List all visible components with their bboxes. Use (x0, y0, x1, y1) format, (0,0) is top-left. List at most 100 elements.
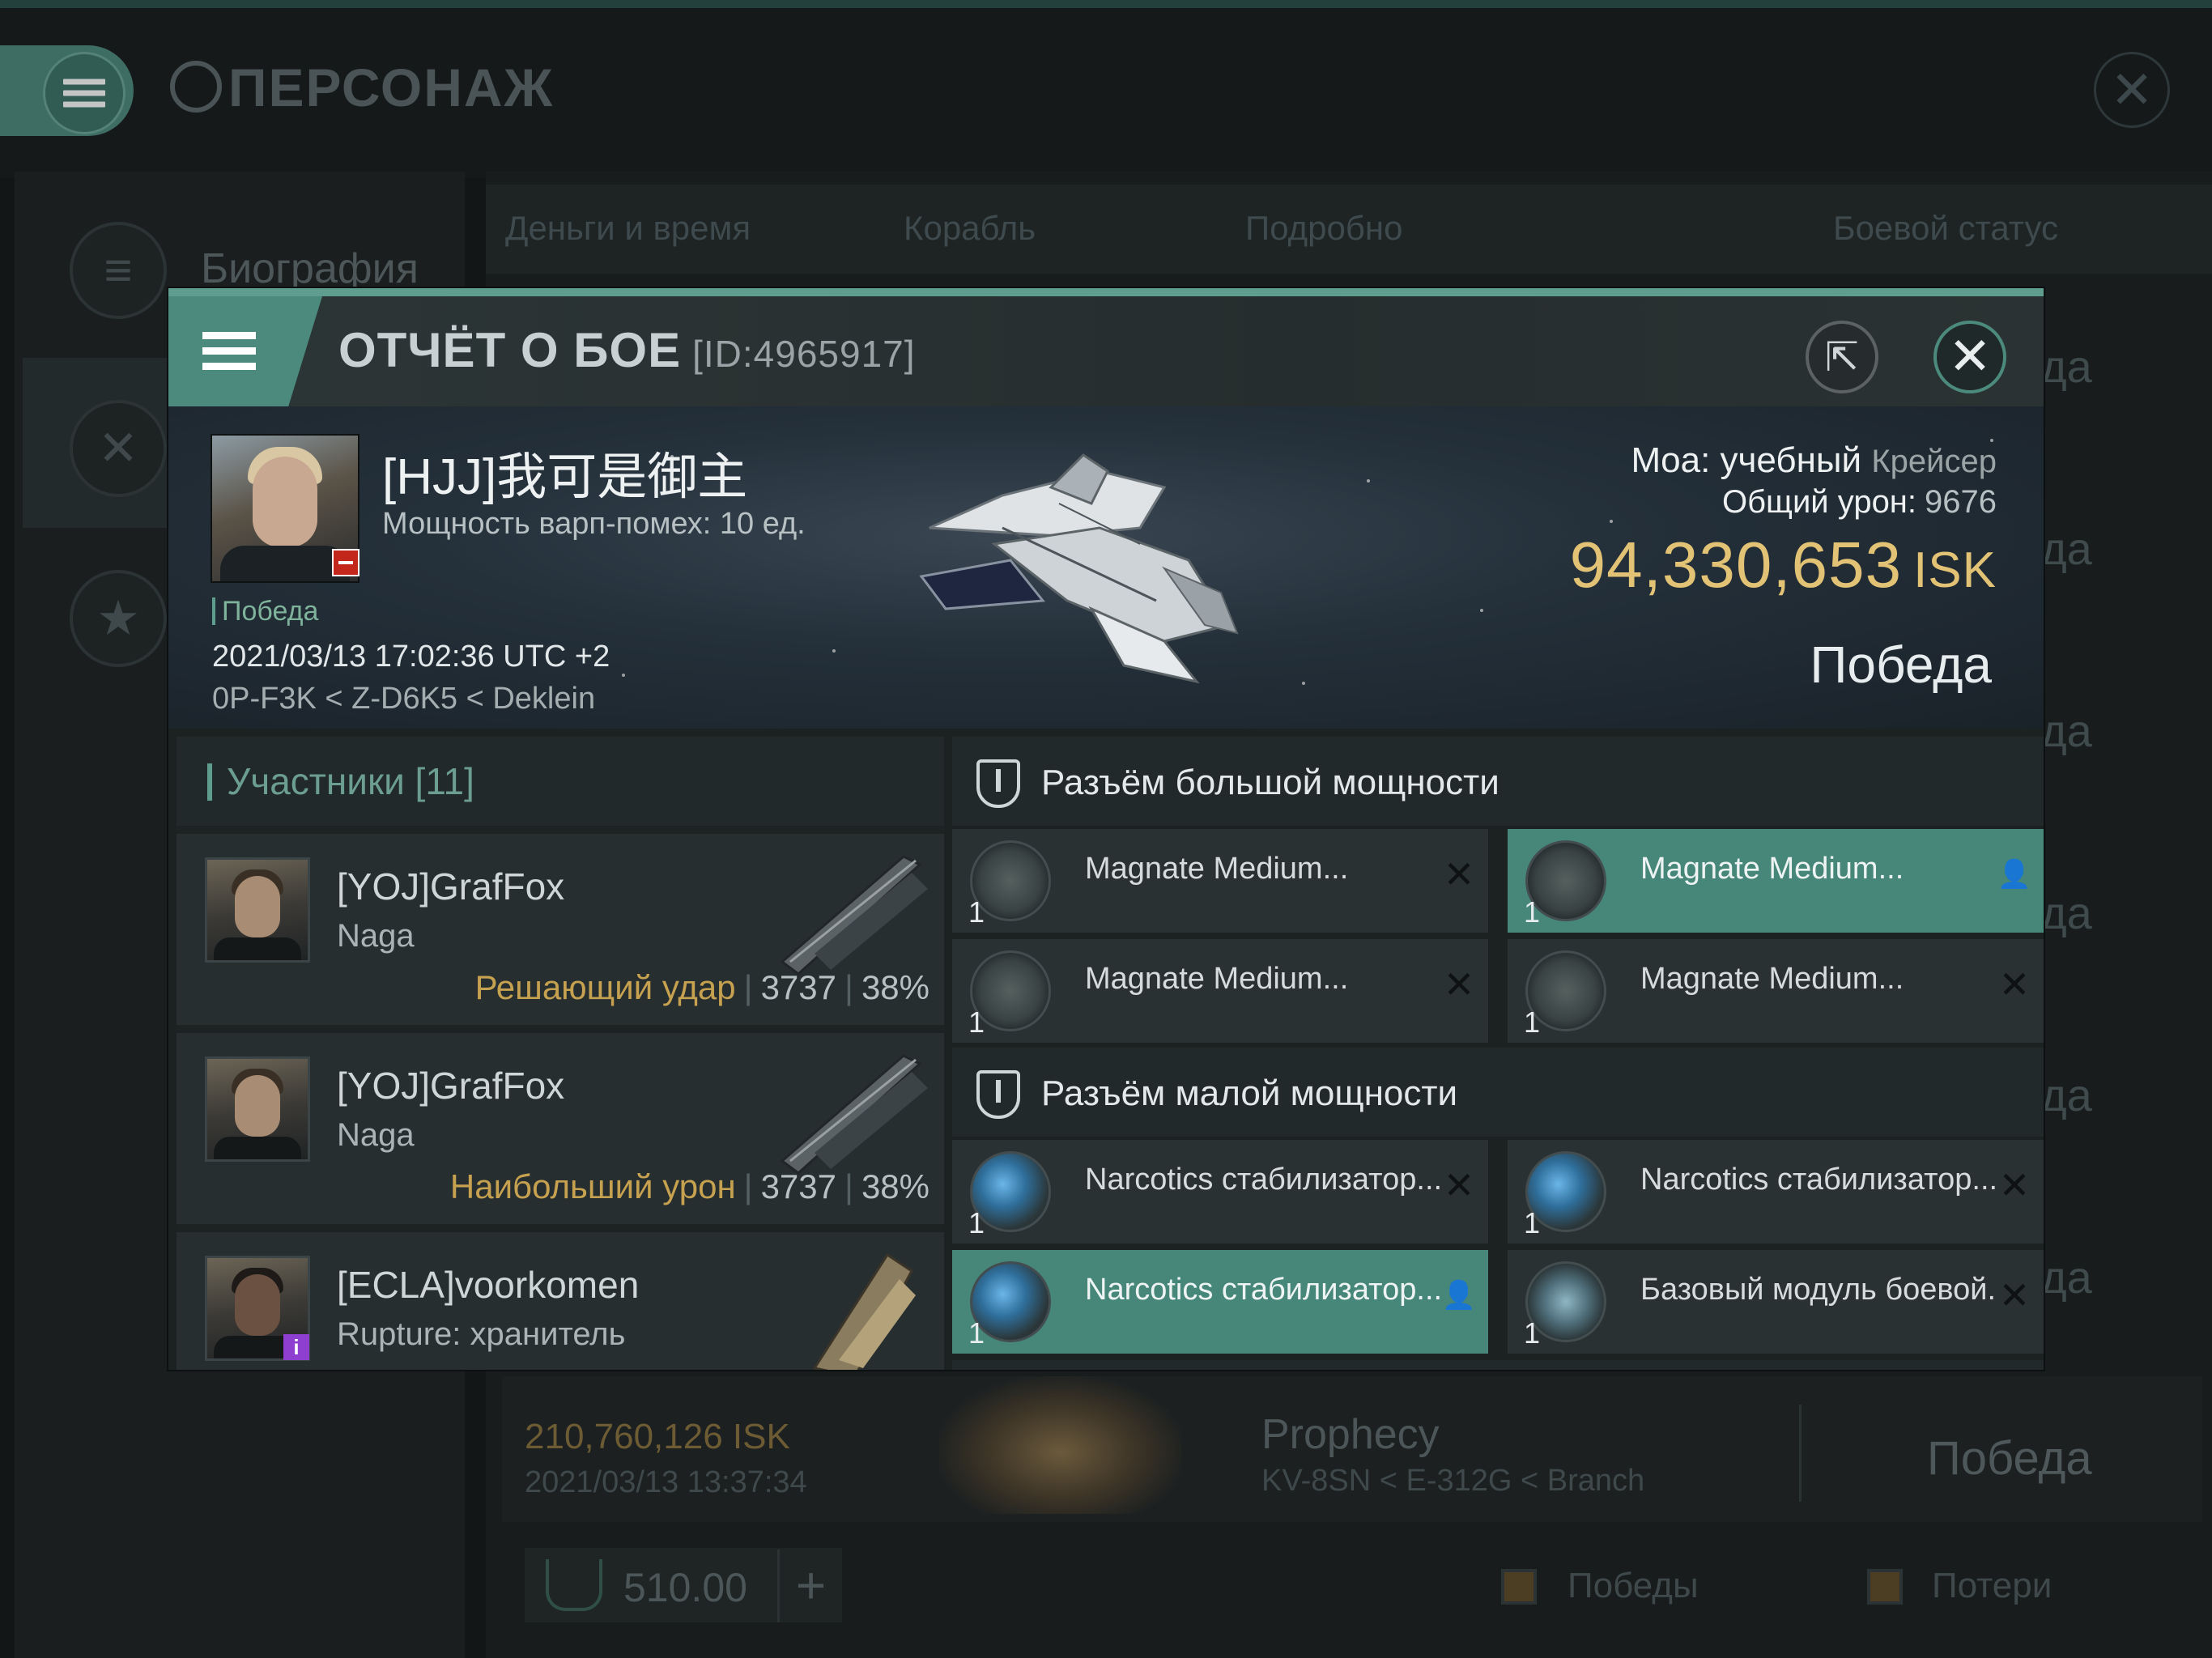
victim-name[interactable]: [HJJ]我可是御主 (382, 436, 747, 508)
ship-thumbnail (939, 1376, 1182, 1514)
row-result-fragment: да (2040, 1252, 2092, 1303)
participant-ship: Rupture: хранитель (337, 1316, 626, 1352)
module-name: Magnate Medium... (1640, 852, 1904, 886)
emblem-icon (170, 61, 222, 113)
avatar (207, 1059, 308, 1159)
module-slot[interactable]: 1 Narcotics стабилизатор... ✕ (952, 1140, 1488, 1244)
next-slot-header (952, 1360, 2044, 1370)
status-label: Победа (212, 596, 318, 627)
high-slot-header: Разъём большой мощности (952, 737, 2044, 826)
module-slot[interactable]: 1 Magnate Medium... ✕ (1508, 939, 2044, 1043)
row-result-fragment: да (2040, 1069, 2092, 1120)
row-result-fragment: да (2040, 341, 2092, 392)
add-button[interactable]: + (777, 1550, 842, 1622)
battle-result: Победа (1810, 636, 1992, 694)
module-slot[interactable]: 1 Narcotics стабилизатор... ✕ (1508, 1140, 2044, 1244)
ship-icon (780, 855, 928, 976)
person-icon: 👤 (1997, 859, 2032, 890)
star-icon: ★ (70, 570, 167, 667)
sidebar-item-label: Биография (201, 245, 419, 292)
participant-name: [YOJ]GrafFox (337, 1065, 565, 1107)
destroyed-icon: ✕ (1998, 1274, 2031, 1316)
kill-datetime: 2021/03/13 17:02:36 UTC +2 (212, 640, 610, 674)
dialog-menu-button[interactable] (168, 296, 322, 406)
close-icon: ✕ (2110, 61, 2154, 119)
menu-icon (202, 324, 256, 378)
module-name: Narcotics стабилизатор... (1640, 1163, 1997, 1197)
fitting-panel: Разъём большой мощности 1 Magnate Medium… (952, 737, 2044, 1370)
report-id: [ID:4965917] (692, 333, 916, 375)
total-damage: Общий урон: 9676 (1722, 484, 1997, 520)
module-name: Magnate Medium... (1085, 852, 1349, 886)
losses-legend-swatch[interactable] (1867, 1569, 1903, 1605)
kill-location[interactable]: 0P-F3K < Z-D6K5 < Deklein (212, 682, 595, 716)
info-icon: i (283, 1334, 309, 1360)
swords-icon: ✕ (70, 400, 167, 497)
row-result-fragment: да (2040, 523, 2092, 574)
wins-legend-swatch[interactable] (1501, 1569, 1537, 1605)
row-isk: 210,760,126 ISK (525, 1417, 790, 1456)
module-name: Narcotics стабилизатор... (1085, 1163, 1441, 1197)
tab-details[interactable]: Подробно (1245, 209, 1402, 248)
module-slot[interactable]: 1 Magnate Medium... ✕ (952, 829, 1488, 933)
ship-icon (812, 1252, 916, 1370)
close-icon: ✕ (1948, 327, 1992, 385)
losses-legend-label: Потери (1932, 1566, 2052, 1605)
filter-value: 510.00 (623, 1565, 747, 1610)
dialog-close-button[interactable]: ✕ (1933, 321, 2006, 393)
page-title: ПЕРСОНАЖ (170, 57, 554, 118)
isk-value: 94,330,653 ISK (1569, 529, 1997, 601)
ship-type[interactable]: Moa: учебный Крейсер (1631, 440, 1997, 481)
dialog-header: ОТЧЁТ О БОЕ [ID:4965917] ⇱ ✕ (168, 288, 2044, 406)
module-name: Magnate Medium... (1640, 962, 1904, 996)
module-slot[interactable]: 1 Базовый модуль боевой... ✕ (1508, 1250, 2044, 1354)
tab-money-time[interactable]: Деньги и время (505, 209, 751, 248)
ship-render (919, 453, 1239, 684)
module-slot[interactable]: 1 Narcotics стабилизатор... 👤 (952, 1250, 1488, 1354)
module-name: Narcotics стабилизатор... (1085, 1273, 1441, 1307)
warp-strength: Мощность варп-помех: 10 ед. (382, 507, 806, 541)
participant-ship: Naga (337, 1117, 415, 1153)
participant-row[interactable]: i [ECLA]voorkomen Rupture: хранитель (177, 1232, 944, 1370)
slot-icon (976, 1070, 1020, 1119)
tab-ship[interactable]: Корабль (904, 209, 1036, 248)
battle-report-dialog: ОТЧЁТ О БОЕ [ID:4965917] ⇱ ✕ [HJJ]我可是御主 М… (168, 288, 2044, 1370)
top-accent-line (0, 0, 2212, 8)
destroyed-icon: ✕ (1998, 1164, 2031, 1206)
destroyed-icon: ✕ (1443, 853, 1475, 895)
participant-ship: Naga (337, 918, 415, 954)
module-name: Базовый модуль боевой... (1640, 1273, 1997, 1307)
list-icon: ≡ (70, 222, 167, 319)
module-slot[interactable]: 1 Magnate Medium... ✕ (952, 939, 1488, 1043)
page-close-button[interactable]: ✕ (2094, 52, 2170, 128)
main-menu-button[interactable] (0, 45, 134, 136)
participant-name: [ECLA]voorkomen (337, 1264, 640, 1306)
low-slot-header: Разъём малой мощности (952, 1048, 2044, 1137)
divider (1799, 1405, 1802, 1502)
hostile-standing-icon (332, 549, 359, 576)
destroyed-icon: ✕ (1443, 1164, 1475, 1206)
avatar (207, 860, 308, 960)
dialog-title: ОТЧЁТ О БОЕ [ID:4965917] (338, 323, 916, 377)
participant-name: [YOJ]GrafFox (337, 865, 565, 908)
module-name: Magnate Medium... (1085, 962, 1349, 996)
destroyed-icon: ✕ (1998, 963, 2031, 1005)
participant-row[interactable]: [YOJ]GrafFox Naga Решающий удар | 3737 | 38% (177, 834, 944, 1025)
row-result-fragment: да (2040, 705, 2092, 756)
participants-header: Участники [11] (177, 737, 944, 826)
tab-combat-status[interactable]: Боевой статус (1833, 209, 2058, 248)
participant-stats: Решающий удар | 3737 | 38% (474, 968, 929, 1006)
row-location: KV-8SN < E-312G < Branch (1261, 1464, 1645, 1498)
row-result-fragment: да (2040, 887, 2092, 938)
row-result: Победа (1927, 1432, 2092, 1485)
destroyed-icon: ✕ (1443, 963, 1475, 1005)
row-ship-name: Prophecy (1261, 1411, 1440, 1458)
wins-legend-label: Победы (1568, 1566, 1699, 1605)
menu-icon (63, 74, 105, 113)
share-button[interactable]: ⇱ (1806, 321, 1878, 393)
module-slot[interactable]: 1 Magnate Medium... 👤 (1508, 829, 2044, 933)
slot-icon (546, 1559, 602, 1611)
participants-list: Участники [11] [YOJ]GrafFox Naga Решающи… (177, 737, 944, 1370)
participant-row[interactable]: [YOJ]GrafFox Naga Наибольший урон | 3737 | 3… (177, 1033, 944, 1224)
participant-stats: Наибольший урон | 3737 | 38% (449, 1167, 929, 1205)
